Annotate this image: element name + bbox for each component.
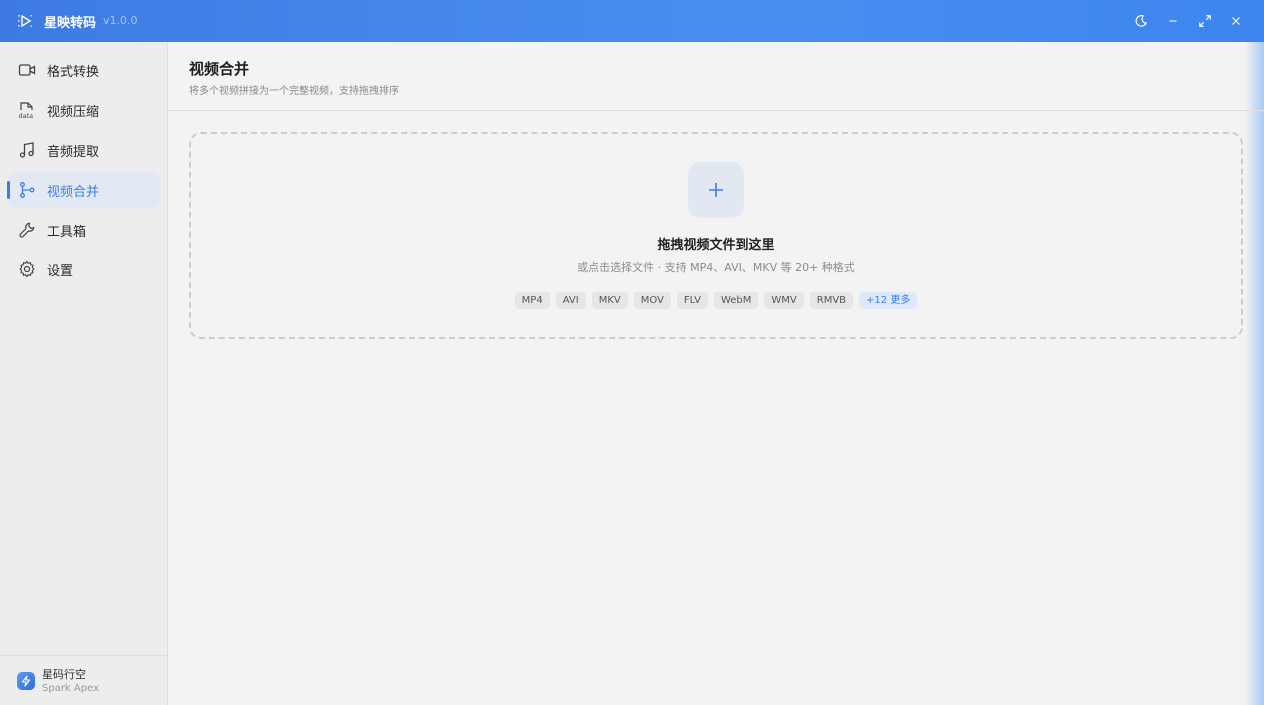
sidebar-item-label: 视频压缩 <box>47 105 100 120</box>
brand-subtitle: Spark Apex <box>42 683 99 694</box>
format-badge: WMV <box>764 292 804 309</box>
app-logo-icon <box>17 13 33 29</box>
page-header: 视频合并 将多个视频拼接为一个完整视频，支持拖拽排序 <box>168 42 1264 111</box>
dropzone-hint: 或点击选择文件 · 支持 MP4、AVI、MKV 等 20+ 种格式 <box>577 261 855 274</box>
minimize-button[interactable] <box>1164 12 1182 30</box>
sidebar: 格式转换 data 视频压缩 音频提取 视频合并 工具箱 设置 星码行空 Spa… <box>0 42 168 705</box>
page-subtitle: 将多个视频拼接为一个完整视频，支持拖拽排序 <box>189 86 399 97</box>
format-badge: WebM <box>713 292 759 309</box>
plus-icon <box>709 183 723 197</box>
format-badge: MOV <box>633 292 671 309</box>
video-camera-icon <box>18 61 36 79</box>
maximize-button[interactable] <box>1196 12 1214 30</box>
theme-toggle-button[interactable] <box>1132 12 1150 30</box>
close-icon <box>1232 17 1240 25</box>
app-version: v1.0.0 <box>103 14 138 27</box>
main-content: 视频合并 将多个视频拼接为一个完整视频，支持拖拽排序 拖拽视频文件到这里 或点击… <box>168 42 1264 705</box>
format-badge: RMVB <box>809 292 854 309</box>
dropzone-title: 拖拽视频文件到这里 <box>657 238 775 253</box>
sidebar-item-label: 音频提取 <box>47 145 100 160</box>
sidebar-item-audio-extract[interactable]: 音频提取 <box>8 132 160 168</box>
app-title: 星映转码 <box>44 16 97 31</box>
format-badge: FLV <box>676 292 708 309</box>
active-indicator <box>7 181 10 199</box>
expand-icon <box>1199 15 1211 27</box>
format-list: MP4 AVI MKV MOV FLV WebM WMV RMVB +12 更多 <box>191 292 1241 309</box>
page-title: 视频合并 <box>189 60 250 78</box>
minus-icon <box>1169 20 1177 22</box>
more-formats-badge[interactable]: +12 更多 <box>859 292 918 309</box>
svg-text:data: data <box>19 112 34 119</box>
music-note-icon <box>18 141 36 159</box>
sidebar-item-settings[interactable]: 设置 <box>8 251 160 287</box>
sidebar-item-label: 工具箱 <box>47 225 87 240</box>
format-badge: MKV <box>591 292 628 309</box>
sidebar-item-label: 格式转换 <box>47 65 100 80</box>
lightning-icon <box>17 672 35 690</box>
sidebar-item-video-compress[interactable]: data 视频压缩 <box>8 92 160 128</box>
sidebar-item-label: 设置 <box>47 264 74 279</box>
moon-icon <box>1135 15 1147 27</box>
gear-icon <box>18 260 36 278</box>
format-badge: AVI <box>555 292 586 309</box>
sidebar-item-label: 视频合并 <box>47 185 100 200</box>
title-bar: 星映转码 v1.0.0 <box>0 0 1264 42</box>
file-dropzone[interactable]: 拖拽视频文件到这里 或点击选择文件 · 支持 MP4、AVI、MKV 等 20+… <box>189 132 1243 339</box>
merge-branch-icon <box>18 181 36 199</box>
format-badge: MP4 <box>514 292 550 309</box>
app-window: 星映转码 v1.0.0 格式转换 data 视频压缩 音频提取 视频合并 工具箱… <box>0 0 1264 705</box>
add-file-button[interactable] <box>688 162 744 218</box>
sidebar-footer: 星码行空 Spark Apex <box>0 655 167 705</box>
file-data-icon: data <box>18 101 36 120</box>
wrench-icon <box>18 221 36 239</box>
close-button[interactable] <box>1227 12 1245 30</box>
sidebar-item-toolbox[interactable]: 工具箱 <box>8 212 160 248</box>
brand-name: 星码行空 <box>42 668 86 681</box>
sidebar-item-video-merge[interactable]: 视频合并 <box>7 172 160 208</box>
sidebar-item-format-convert[interactable]: 格式转换 <box>8 52 160 88</box>
